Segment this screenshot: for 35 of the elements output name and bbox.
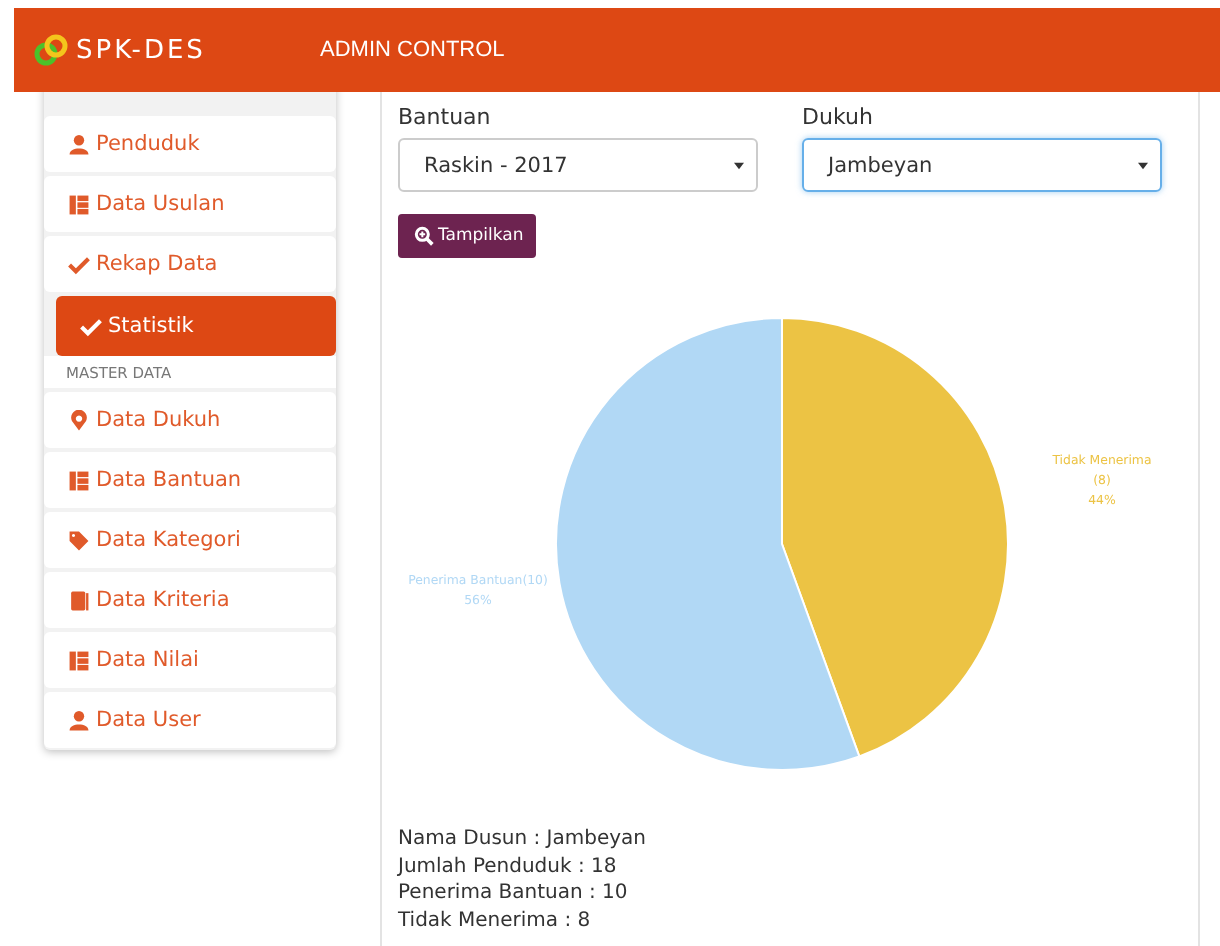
list-icon xyxy=(68,649,90,671)
summary-text: Tidak Menerima : 8 xyxy=(398,907,593,934)
list-icon xyxy=(68,469,90,491)
check-icon xyxy=(80,315,102,337)
summary-text: Nama Dusun : Jambeyan xyxy=(398,826,649,853)
sidebar-item[interactable]: Data Bantuan xyxy=(44,452,336,508)
summary-text: Penerima Bantuan : 10 xyxy=(398,880,630,907)
check-icon xyxy=(68,253,90,275)
summary-text: Jumlah Penduduk : 18 xyxy=(398,853,619,880)
logo-icon xyxy=(34,34,70,66)
book-icon xyxy=(68,589,90,611)
show-button[interactable]: Tampilkan xyxy=(398,214,536,258)
sidebar-item[interactable]: Data Dukuh xyxy=(44,392,336,448)
sidebar-item[interactable]: Data Kategori xyxy=(44,512,336,568)
caret-icon xyxy=(734,161,744,169)
user-icon xyxy=(68,133,90,155)
sidebar-item[interactable]: Data Kriteria xyxy=(44,572,336,628)
admin-control-link[interactable]: ADMIN CONTROL xyxy=(320,38,505,62)
sidebar-item[interactable]: Rekap Data xyxy=(44,236,336,292)
dropdown-field[interactable]: Jambeyan xyxy=(802,138,1162,192)
brand-name[interactable]: SPK-DES xyxy=(76,35,320,65)
field-label: Bantuan xyxy=(398,104,493,130)
user-icon xyxy=(68,709,90,731)
sidebar-item[interactable]: Data User xyxy=(44,692,336,748)
map-pin-icon xyxy=(68,409,90,431)
sidebar-item[interactable]: Penduduk xyxy=(44,116,336,172)
caret-icon xyxy=(1138,161,1148,169)
sidebar-item[interactable]: Statistik xyxy=(56,296,336,356)
field-label: Dukuh xyxy=(802,104,875,130)
dropdown-field[interactable]: Raskin - 2017 xyxy=(398,138,758,192)
list-icon xyxy=(68,193,90,215)
sidebar-item[interactable]: Data Nilai xyxy=(44,632,336,688)
tag-icon xyxy=(68,529,90,551)
zoom-icon xyxy=(414,226,434,246)
sidebar-item[interactable]: Data Usulan xyxy=(44,176,336,232)
